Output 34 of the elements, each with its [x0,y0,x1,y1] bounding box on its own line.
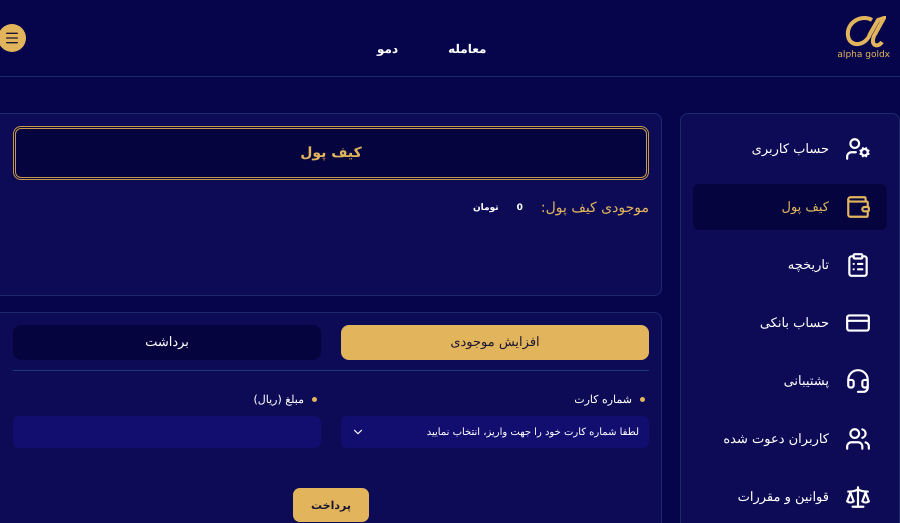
field-label: مبلغ (ریال) [253,393,304,406]
sidebar-label: قوانین و مقررات [738,490,829,504]
bullet-icon [312,397,317,402]
balance-label: موجودی کیف پول: [540,200,649,216]
balance-value: 0 [516,203,523,213]
field-label: شماره کارت [574,393,632,406]
menu-icon [4,30,20,46]
sidebar-label: پشتیبانی [784,374,829,388]
sidebar-label: کیف پول [782,200,829,214]
sidebar-item[interactable]: حساب کاربری [693,126,887,172]
amount-input[interactable] [13,416,321,448]
sidebar-label: حساب کاربری [752,142,829,156]
users-icon [843,426,873,452]
wallet-title: کیف پول [13,126,649,180]
sidebar-item[interactable]: حساب بانکی [693,300,887,346]
nav-link[interactable]: معامله [448,42,486,56]
sidebar-label: کاربران دعوت شده [723,432,829,446]
sidebar-label: تاریخچه [788,258,829,272]
nav-link[interactable]: دمو [376,42,398,56]
logo-text: alpha goldx [837,50,890,60]
sidebar-item[interactable]: تاریخچه [693,242,887,288]
sidebar-item[interactable]: کاربران دعوت شده [693,416,887,462]
tab[interactable]: برداشت [13,325,321,360]
scale-icon [843,484,873,510]
sidebar-label: حساب بانکی [760,316,829,330]
card-select[interactable]: لطفا شماره کارت خود را جهت واریز، انتخاب نمایید [341,416,649,448]
pay-button[interactable]: پرداخت [293,488,369,522]
sidebar-item[interactable]: کیف پول [693,184,887,230]
balance-unit: تومان [472,203,499,213]
sidebar-item[interactable]: پشتیبانی [693,358,887,404]
bullet-icon [640,397,645,402]
menu-button[interactable] [0,24,26,52]
sidebar-item[interactable]: قوانین و مقررات [693,474,887,520]
tab[interactable]: افزایش موجودی [341,325,649,360]
